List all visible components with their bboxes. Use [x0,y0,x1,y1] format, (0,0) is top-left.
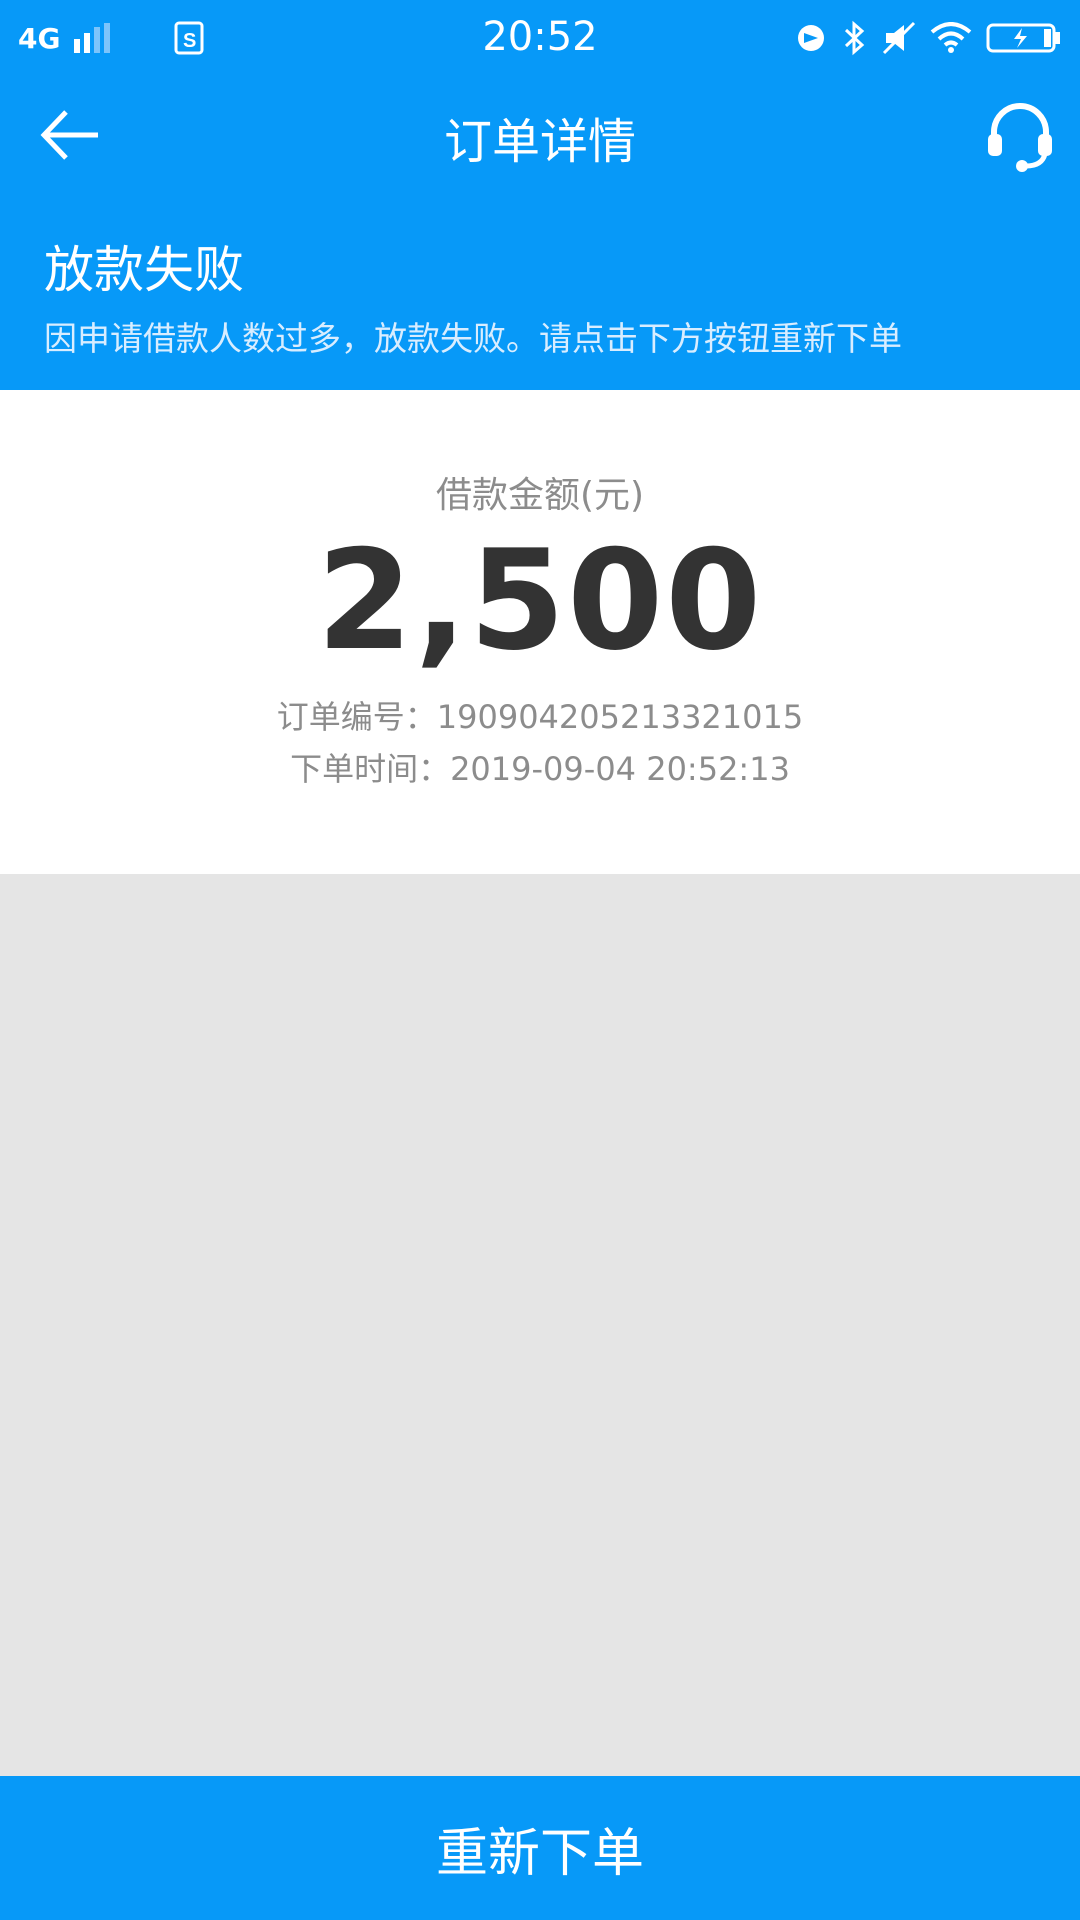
network-type: 4G [18,21,61,55]
order-card: 借款金额(元) 2,500 订单编号：190904205213321015 下单… [0,390,1080,874]
signal-icon [74,23,111,53]
sim-icon: S [174,21,204,55]
customer-service-button[interactable] [982,98,1058,174]
loan-amount: 2,500 [316,520,764,681]
banner-title: 放款失败 [44,241,244,299]
wifi-icon [930,22,972,53]
mute-icon [882,21,916,55]
nav-bar: 订单详情 [0,76,1080,194]
battery-charging-icon [986,23,1060,53]
banner-message: 因申请借款人数过多，放款失败。请点击下方按钮重新下单 [44,319,902,358]
bluetooth-icon [844,20,865,56]
location-icon [798,25,824,51]
order-number: 订单编号：190904205213321015 [276,698,804,736]
status-left: 4G S [18,21,206,55]
reorder-button[interactable]: 重新下单 [0,1776,1080,1920]
svg-text:S: S [183,30,196,52]
headset-icon [988,103,1052,172]
status-bar: 4G S 20:52 [0,0,1080,76]
order-time: 下单时间：2019-09-04 20:52:13 [290,750,790,788]
amount-label: 借款金额(元) [435,475,645,516]
status-banner: 放款失败 因申请借款人数过多，放款失败。请点击下方按钮重新下单 [0,194,1080,390]
page-title: 订单详情 [443,114,636,170]
status-right [794,20,1062,56]
